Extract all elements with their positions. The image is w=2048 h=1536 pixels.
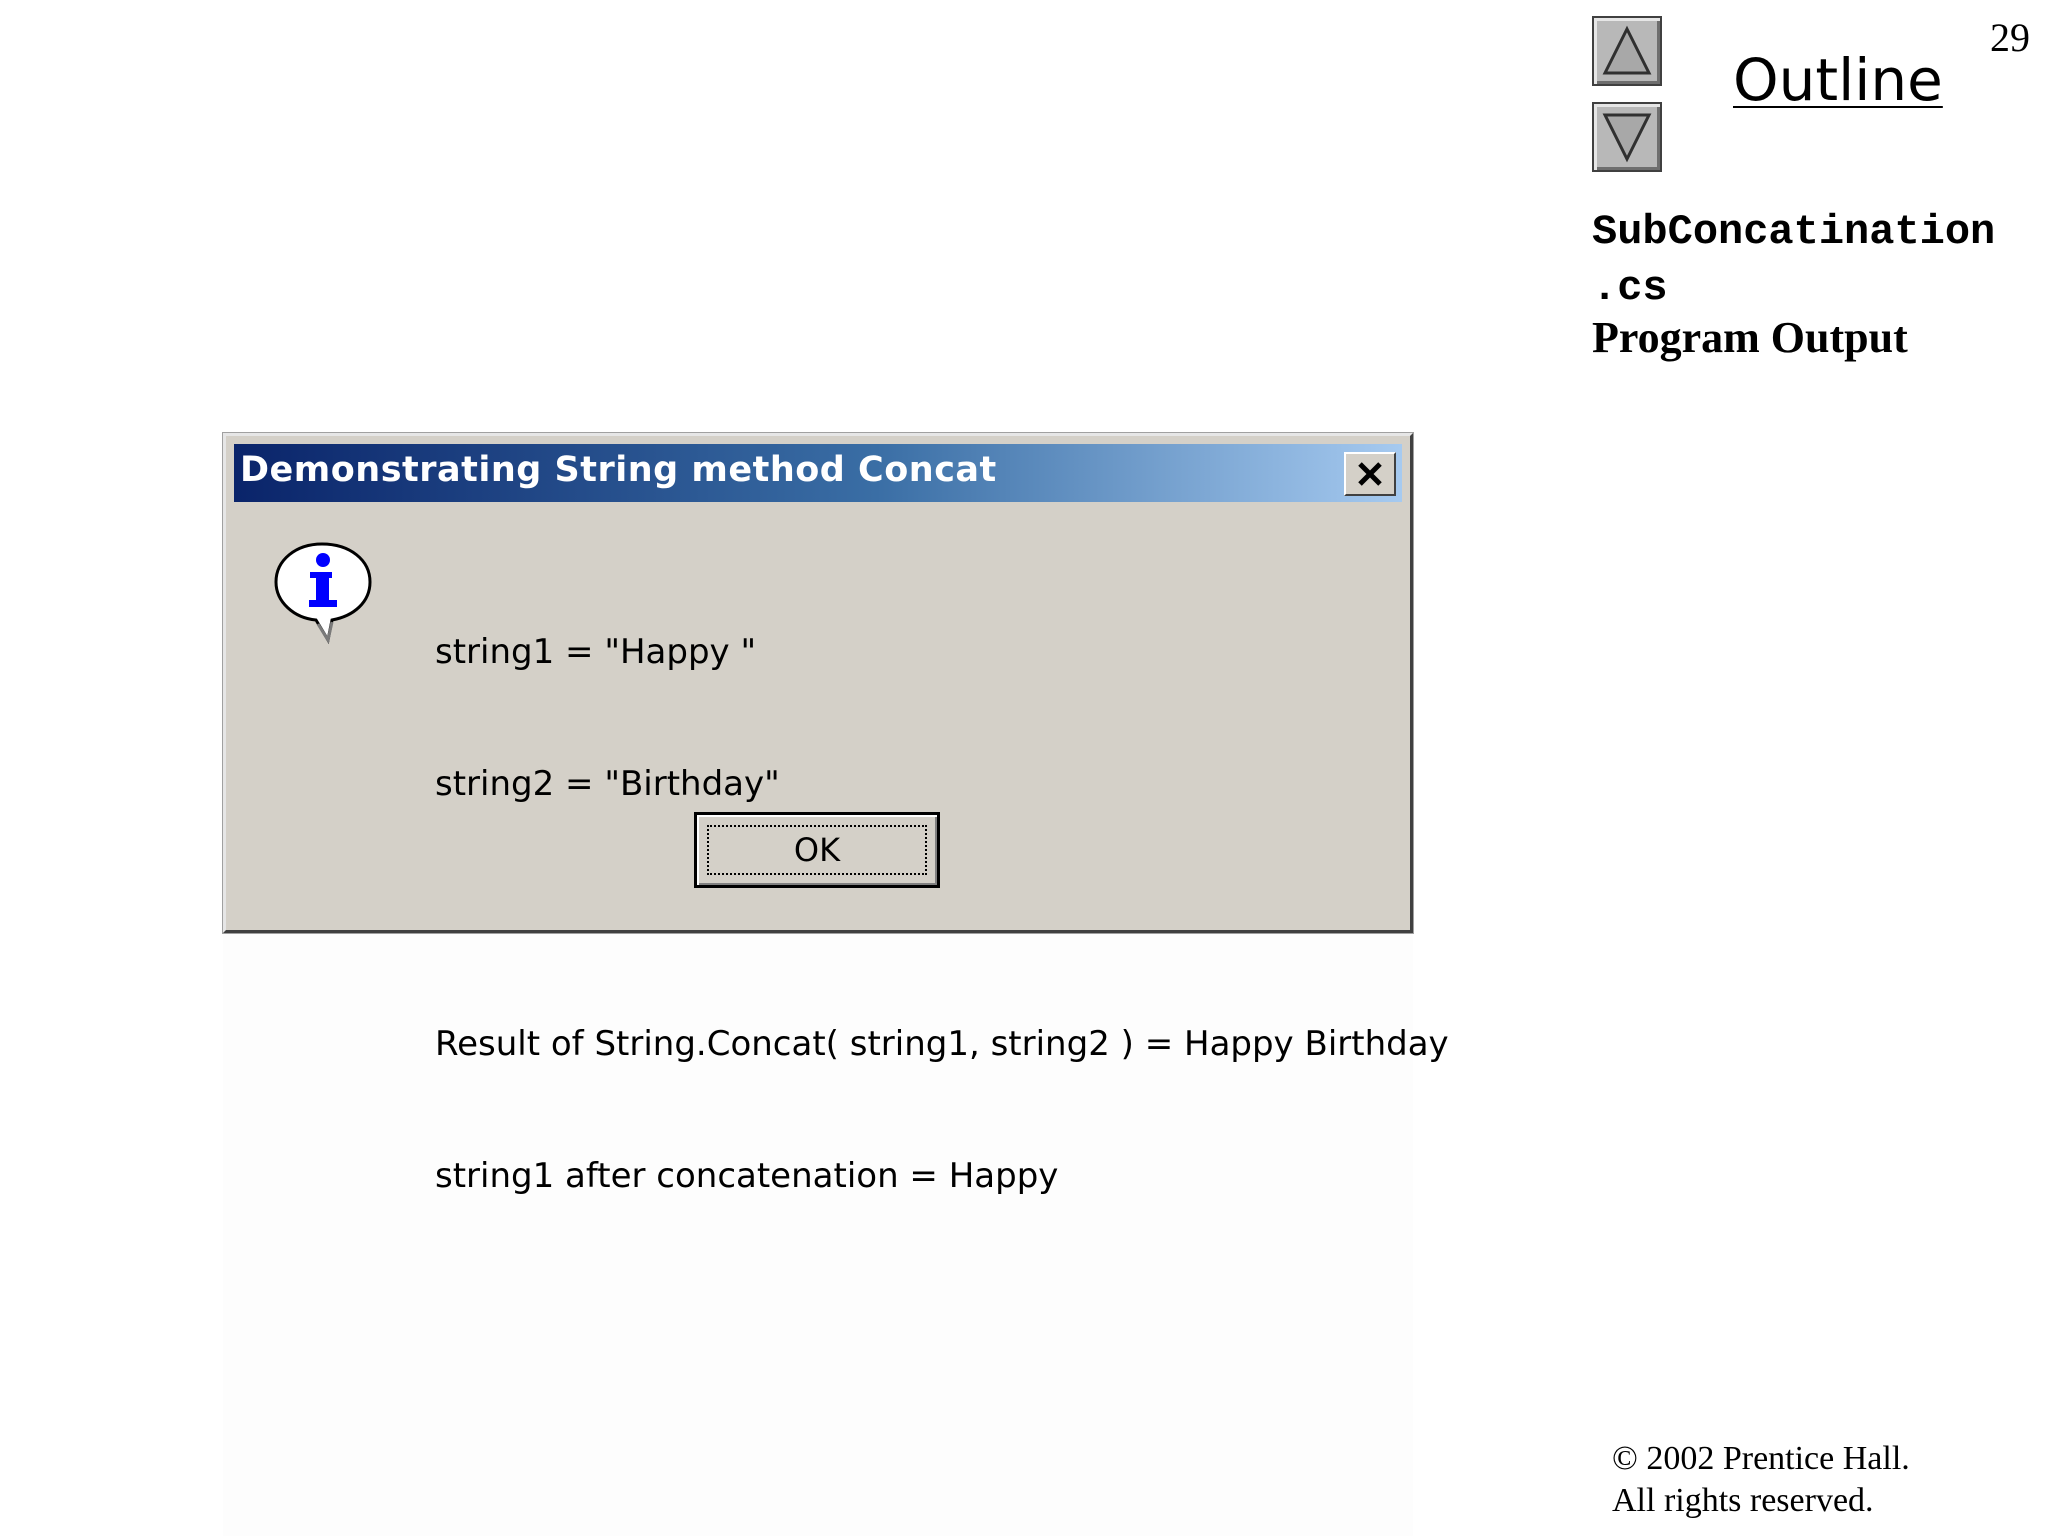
copyright-line1: © 2002 Prentice Hall. — [1612, 1440, 1910, 1477]
source-file-name-line1: SubConcatination — [1592, 208, 1996, 256]
page-number: 29 — [1990, 15, 2030, 60]
side-subtitle: Program Output — [1592, 313, 1908, 362]
ok-button[interactable]: OK — [694, 812, 940, 888]
triangle-up-icon — [1602, 25, 1652, 75]
copyright-line2: All rights reserved. — [1612, 1482, 1874, 1519]
message-line: string1 = "Happy " — [435, 632, 757, 672]
dialog-message: string1 = "Happy " string2 = "Birthday" … — [435, 542, 1449, 1286]
source-file-name-line2: .cs — [1592, 264, 1668, 312]
message-line: string2 = "Birthday" — [435, 764, 780, 804]
message-line: Result of String.Concat( string1, string… — [435, 1024, 1449, 1064]
dialog-titlebar[interactable]: Demonstrating String method Concat — [234, 444, 1402, 502]
message-box-dialog: Demonstrating String method Concat strin… — [223, 433, 1449, 1196]
message-line: string1 after concatenation = Happy — [435, 1156, 1059, 1196]
close-button[interactable] — [1344, 452, 1396, 496]
outline-link[interactable]: Outline — [1733, 46, 1943, 114]
ok-button-label: OK — [793, 831, 841, 869]
source-file-name: SubConcatination .cs — [1592, 204, 1995, 316]
next-slide-button[interactable] — [1592, 102, 1662, 172]
triangle-down-icon — [1602, 113, 1652, 163]
close-icon — [1358, 462, 1382, 486]
copyright-notice: © 2002 Prentice Hall. All rights reserve… — [1612, 1438, 1910, 1522]
previous-slide-button[interactable] — [1592, 16, 1662, 86]
dialog-title: Demonstrating String method Concat — [240, 450, 997, 490]
info-balloon-icon — [274, 542, 372, 645]
